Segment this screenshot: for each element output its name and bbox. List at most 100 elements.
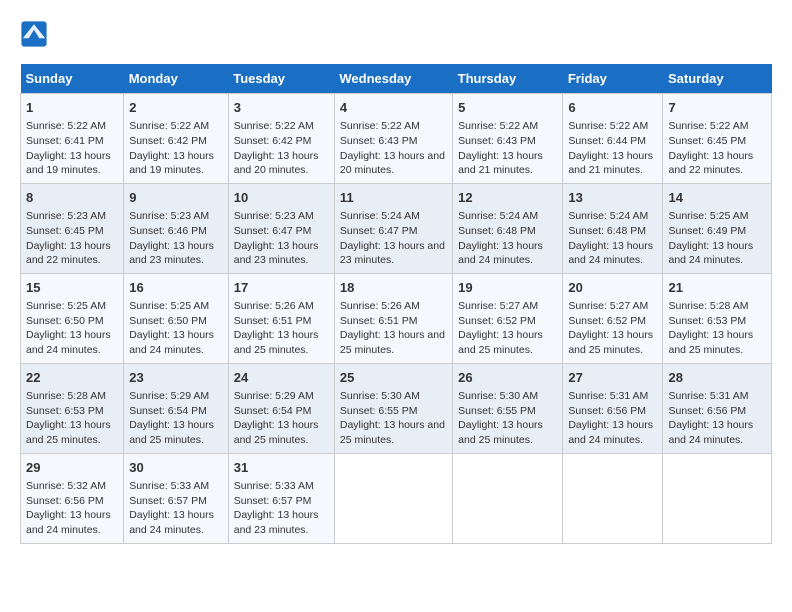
sunrise-info: Sunrise: 5:32 AM	[26, 480, 106, 492]
sunrise-info: Sunrise: 5:22 AM	[568, 120, 648, 132]
calendar-week-row: 8Sunrise: 5:23 AMSunset: 6:45 PMDaylight…	[21, 183, 772, 273]
daylight-info: Daylight: 13 hours and 25 minutes.	[340, 329, 445, 356]
day-number: 16	[129, 279, 223, 297]
sunrise-info: Sunrise: 5:22 AM	[26, 120, 106, 132]
sunset-info: Sunset: 6:50 PM	[129, 315, 207, 327]
calendar-cell: 10Sunrise: 5:23 AMSunset: 6:47 PMDayligh…	[228, 183, 334, 273]
calendar-cell: 22Sunrise: 5:28 AMSunset: 6:53 PMDayligh…	[21, 363, 124, 453]
day-number: 14	[668, 189, 766, 207]
weekday-header: Wednesday	[334, 64, 452, 94]
sunset-info: Sunset: 6:46 PM	[129, 225, 207, 237]
daylight-info: Daylight: 13 hours and 23 minutes.	[234, 240, 319, 267]
daylight-info: Daylight: 13 hours and 20 minutes.	[234, 150, 319, 177]
day-number: 17	[234, 279, 329, 297]
calendar-cell: 5Sunrise: 5:22 AMSunset: 6:43 PMDaylight…	[453, 94, 563, 184]
day-number: 1	[26, 99, 118, 117]
calendar-cell	[334, 453, 452, 543]
sunrise-info: Sunrise: 5:25 AM	[668, 210, 748, 222]
calendar-cell: 1 Sunrise: 5:22 AM Sunset: 6:41 PM Daylight…	[21, 94, 124, 184]
day-number: 12	[458, 189, 557, 207]
daylight-info: Daylight: 13 hours and 19 minutes.	[26, 150, 111, 177]
daylight-info: Daylight: 13 hours and 23 minutes.	[234, 509, 319, 536]
sunrise-info: Sunrise: 5:23 AM	[129, 210, 209, 222]
day-number: 11	[340, 189, 447, 207]
sunset-info: Sunset: 6:41 PM	[26, 135, 104, 147]
calendar-cell	[453, 453, 563, 543]
day-number: 2	[129, 99, 223, 117]
daylight-info: Daylight: 13 hours and 19 minutes.	[129, 150, 214, 177]
calendar-cell: 25 Sunrise: 5:30 AM Sunset: 6:55 PM Dayligh…	[334, 363, 452, 453]
daylight-info: Daylight: 13 hours and 24 minutes.	[26, 509, 111, 536]
sunset-info: Sunset: 6:56 PM	[26, 495, 104, 507]
sunrise-info: Sunrise: 5:25 AM	[129, 300, 209, 312]
daylight-info: Daylight: 13 hours and 25 minutes.	[340, 419, 445, 446]
daylight-info: Daylight: 13 hours and 24 minutes.	[568, 419, 653, 446]
daylight-info: Daylight: 13 hours and 23 minutes.	[340, 240, 445, 267]
calendar-cell: 8Sunrise: 5:23 AMSunset: 6:45 PMDaylight…	[21, 183, 124, 273]
sunrise-info: Sunrise: 5:29 AM	[129, 390, 209, 402]
calendar-cell: 18Sunrise: 5:26 AMSunset: 6:51 PMDayligh…	[334, 273, 452, 363]
day-number: 27	[568, 369, 657, 387]
calendar-cell: 20Sunrise: 5:27 AMSunset: 6:52 PMDayligh…	[563, 273, 663, 363]
daylight-info: Daylight: 13 hours and 25 minutes.	[668, 329, 753, 356]
sunset-info: Sunset: 6:56 PM	[668, 405, 746, 417]
calendar-cell: 14Sunrise: 5:25 AMSunset: 6:49 PMDayligh…	[663, 183, 772, 273]
calendar-week-row: 22Sunrise: 5:28 AMSunset: 6:53 PMDayligh…	[21, 363, 772, 453]
sunrise-info: Sunrise: 5:25 AM	[26, 300, 106, 312]
sunrise-info: Sunrise: 5:26 AM	[234, 300, 314, 312]
sunset-info: Sunset: 6:55 PM	[340, 405, 418, 417]
calendar-cell: 24Sunrise: 5:29 AMSunset: 6:54 PMDayligh…	[228, 363, 334, 453]
calendar-cell: 19Sunrise: 5:27 AMSunset: 6:52 PMDayligh…	[453, 273, 563, 363]
sunset-info: Sunset: 6:56 PM	[568, 405, 646, 417]
sunset-info: Sunset: 6:48 PM	[458, 225, 536, 237]
calendar-cell: 28Sunrise: 5:31 AMSunset: 6:56 PMDayligh…	[663, 363, 772, 453]
weekday-header: Friday	[563, 64, 663, 94]
sunset-info: Sunset: 6:47 PM	[234, 225, 312, 237]
sunset-info: Sunset: 6:48 PM	[568, 225, 646, 237]
calendar-cell: 16Sunrise: 5:25 AMSunset: 6:50 PMDayligh…	[124, 273, 229, 363]
sunrise-info: Sunrise: 5:23 AM	[26, 210, 106, 222]
daylight-info: Daylight: 13 hours and 23 minutes.	[129, 240, 214, 267]
day-number: 23	[129, 369, 223, 387]
logo-icon	[20, 20, 48, 48]
day-number: 9	[129, 189, 223, 207]
calendar-cell: 23Sunrise: 5:29 AMSunset: 6:54 PMDayligh…	[124, 363, 229, 453]
day-number: 8	[26, 189, 118, 207]
daylight-info: Daylight: 13 hours and 22 minutes.	[668, 150, 753, 177]
daylight-info: Daylight: 13 hours and 25 minutes.	[568, 329, 653, 356]
sunset-info: Sunset: 6:52 PM	[568, 315, 646, 327]
sunset-info: Sunset: 6:42 PM	[129, 135, 207, 147]
sunrise-info: Sunrise: 5:22 AM	[668, 120, 748, 132]
sunrise-info: Sunrise: 5:23 AM	[234, 210, 314, 222]
sunset-info: Sunset: 6:57 PM	[129, 495, 207, 507]
calendar-cell: 7Sunrise: 5:22 AMSunset: 6:45 PMDaylight…	[663, 94, 772, 184]
weekday-header: Monday	[124, 64, 229, 94]
sunrise-info: Sunrise: 5:22 AM	[129, 120, 209, 132]
daylight-info: Daylight: 13 hours and 25 minutes.	[129, 419, 214, 446]
sunset-info: Sunset: 6:50 PM	[26, 315, 104, 327]
sunset-info: Sunset: 6:57 PM	[234, 495, 312, 507]
logo	[20, 20, 52, 48]
sunrise-info: Sunrise: 5:24 AM	[568, 210, 648, 222]
sunrise-info: Sunrise: 5:24 AM	[458, 210, 538, 222]
daylight-info: Daylight: 13 hours and 25 minutes.	[458, 329, 543, 356]
sunrise-info: Sunrise: 5:24 AM	[340, 210, 420, 222]
sunrise-info: Sunrise: 5:30 AM	[340, 390, 420, 402]
day-number: 25	[340, 369, 447, 387]
sunrise-info: Sunrise: 5:30 AM	[458, 390, 538, 402]
calendar-cell: 21Sunrise: 5:28 AMSunset: 6:53 PMDayligh…	[663, 273, 772, 363]
sunrise-info: Sunrise: 5:33 AM	[234, 480, 314, 492]
sunset-info: Sunset: 6:43 PM	[458, 135, 536, 147]
day-number: 18	[340, 279, 447, 297]
day-number: 21	[668, 279, 766, 297]
sunset-info: Sunset: 6:51 PM	[234, 315, 312, 327]
day-number: 7	[668, 99, 766, 117]
daylight-info: Daylight: 13 hours and 24 minutes.	[668, 240, 753, 267]
day-number: 15	[26, 279, 118, 297]
page-header	[20, 20, 772, 48]
sunrise-info: Sunrise: 5:29 AM	[234, 390, 314, 402]
sunset-info: Sunset: 6:54 PM	[234, 405, 312, 417]
sunrise-info: Sunrise: 5:22 AM	[340, 120, 420, 132]
sunrise-info: Sunrise: 5:28 AM	[26, 390, 106, 402]
calendar-week-row: 29Sunrise: 5:32 AMSunset: 6:56 PMDayligh…	[21, 453, 772, 543]
